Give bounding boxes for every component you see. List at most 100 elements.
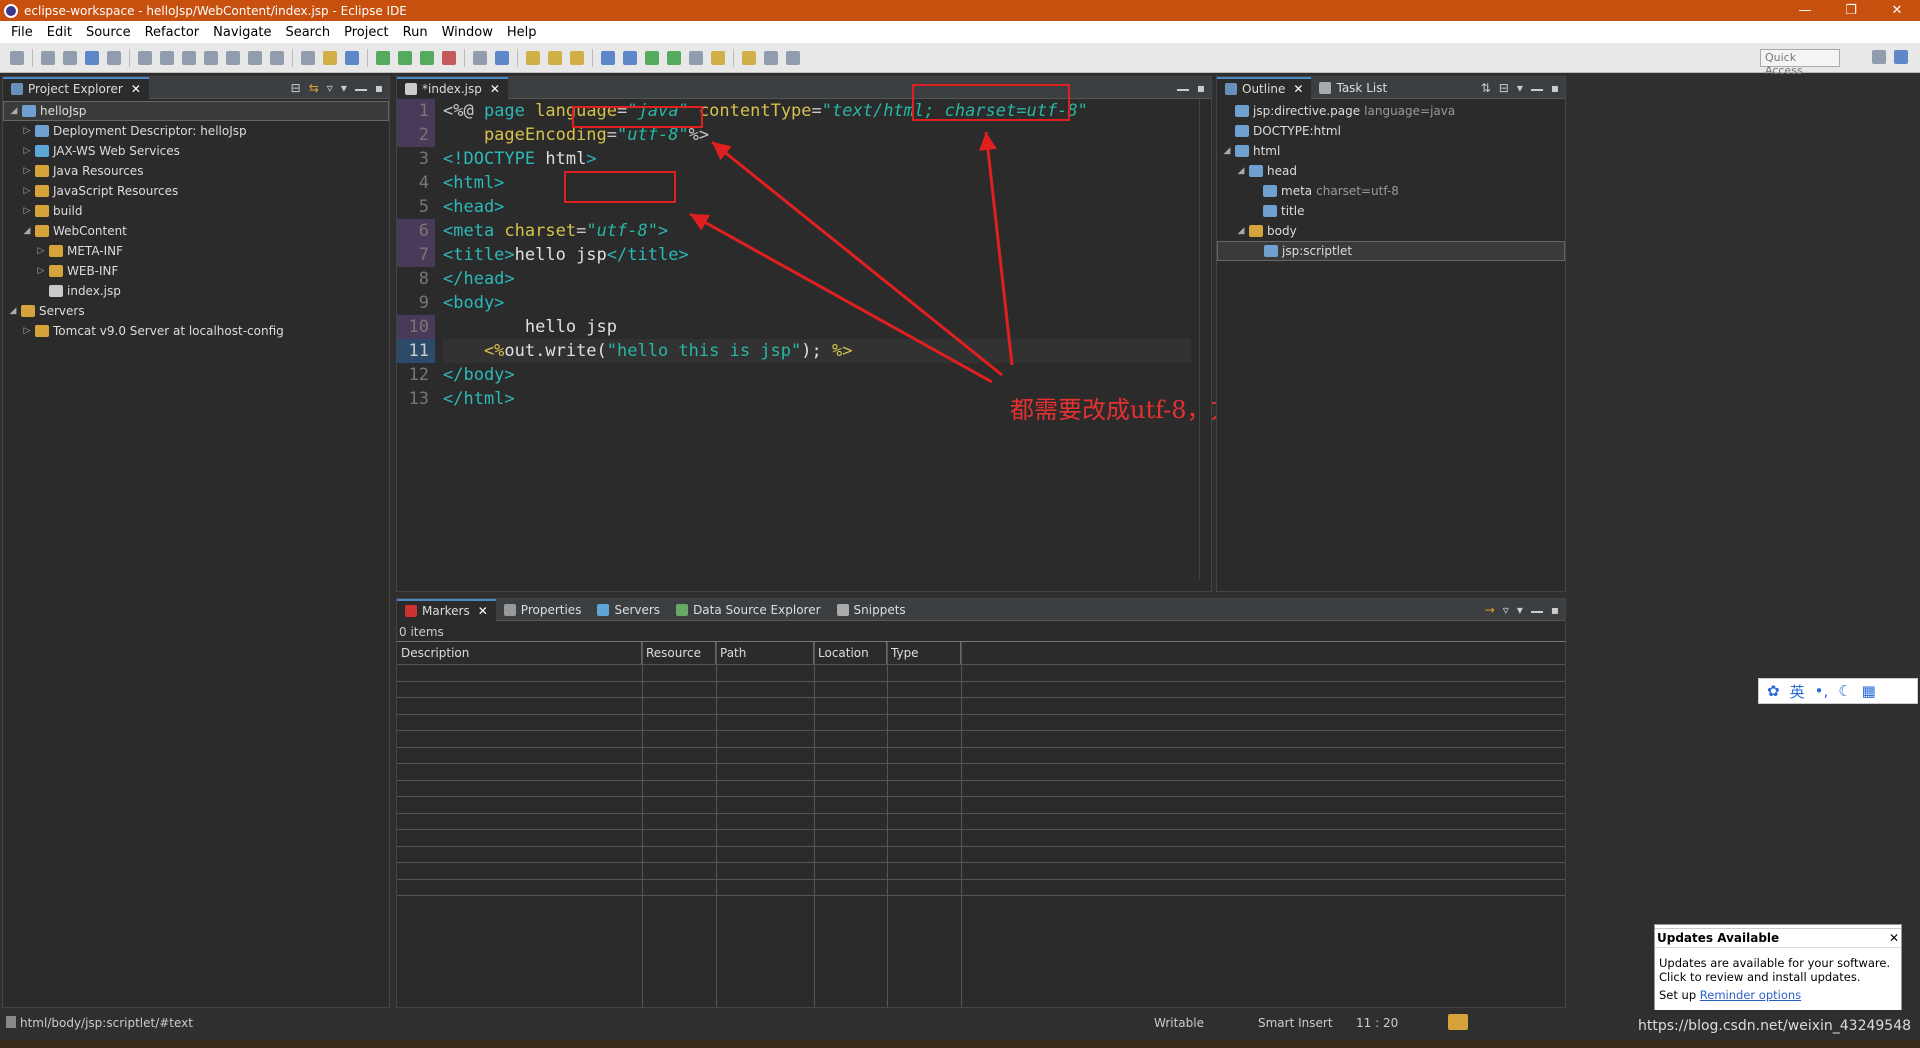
table-row <box>397 713 1565 715</box>
minimize-icon[interactable] <box>1530 81 1543 91</box>
table-row <box>397 878 1565 880</box>
markers-view-toolbar: → ▿ ▾ ▪ <box>1485 603 1559 617</box>
column-header-path[interactable]: Path <box>716 642 814 664</box>
tab-servers[interactable]: Servers <box>589 599 668 621</box>
status-cursor-position: 11 : 20 <box>1356 1016 1399 1030</box>
outline-icon <box>1225 82 1237 95</box>
close-icon[interactable]: ✕ <box>478 604 488 618</box>
outline-item[interactable]: title <box>1217 201 1565 221</box>
moon-icon[interactable]: ☾ <box>1838 682 1851 700</box>
arrow-line <box>711 140 1003 377</box>
table-row <box>397 746 1565 748</box>
table-row <box>397 680 1565 682</box>
outline-item-label: DOCTYPE:html <box>1253 124 1341 138</box>
element-icon <box>1263 205 1277 217</box>
paw-icon[interactable]: ✿ <box>1767 682 1780 700</box>
outline-item-label: body <box>1267 224 1297 238</box>
outline-pane: Outline ✕ Task List ⇅ ⊟ ▾ ▪ jsp:directiv… <box>1216 76 1566 592</box>
status-bar: html/body/jsp:scriptlet/#text Writable S… <box>0 1010 1920 1038</box>
column-divider <box>814 642 815 1007</box>
table-row <box>397 796 1565 797</box>
tab-task-list[interactable]: Task List <box>1311 77 1395 99</box>
outline-item[interactable]: DOCTYPE:html <box>1217 121 1565 141</box>
task-list-tab-label: Task List <box>1336 80 1388 95</box>
punctuation-icon[interactable]: •, <box>1815 682 1829 700</box>
outline-tree: jsp:directive.page language=java DOCTYPE:h… <box>1217 99 1565 261</box>
element-icon <box>1263 185 1277 197</box>
column-header-description[interactable]: Description <box>397 642 642 664</box>
bottom-tabbar: Markers ✕ Properties Servers Data Source… <box>397 598 1565 621</box>
snippets-icon <box>836 603 849 616</box>
status-path-icon <box>6 1016 16 1028</box>
outline-item[interactable]: ◢ html <box>1217 141 1565 161</box>
status-writable: Writable <box>1154 1016 1204 1030</box>
expanded-twistie-icon[interactable]: ◢ <box>1235 226 1247 236</box>
watermark: https://blog.csdn.net/weixin_43249548 <box>1638 1018 1912 1034</box>
column-header-resource[interactable]: Resource <box>642 642 716 664</box>
popup-title: Updates Available <box>1657 931 1780 945</box>
collapse-all-icon[interactable]: ⊟ <box>1499 81 1509 95</box>
status-progress-icon[interactable] <box>1448 1014 1468 1030</box>
table-row <box>397 779 1565 781</box>
outline-item[interactable]: ◢ body <box>1217 221 1565 241</box>
servers-tab-label: Servers <box>614 602 661 617</box>
tab-markers[interactable]: Markers ✕ <box>397 598 496 621</box>
view-menu-icon[interactable]: ▾ <box>1517 81 1523 95</box>
element-icon <box>1264 245 1278 257</box>
items-count: 0 items <box>399 625 444 639</box>
outline-item[interactable]: jsp:scriptlet <box>1217 241 1565 261</box>
arrow-right-icon[interactable]: → <box>1485 603 1495 617</box>
outline-item-label: jsp:scriptlet <box>1282 244 1353 258</box>
markers-icon <box>405 604 417 617</box>
outline-item-label: meta <box>1281 184 1313 198</box>
column-header-location[interactable]: Location <box>814 642 887 664</box>
properties-icon <box>503 603 516 616</box>
table-row <box>397 862 1565 863</box>
reminder-options-link[interactable]: Reminder options <box>1700 988 1801 1002</box>
outline-item[interactable]: meta charset=utf-8 <box>1217 181 1565 201</box>
tab-snippets[interactable]: Snippets <box>829 599 914 621</box>
table-row <box>397 812 1565 814</box>
arrow-line <box>979 131 1014 366</box>
arrow-line <box>689 212 993 384</box>
taskbar-strip <box>0 1040 1920 1048</box>
filter-icon[interactable]: ▿ <box>1503 603 1509 617</box>
expanded-twistie-icon[interactable]: ◢ <box>1221 146 1233 156</box>
close-icon[interactable]: ✕ <box>1889 931 1899 945</box>
column-divider <box>716 642 717 1007</box>
status-insert-mode: Smart Insert <box>1258 1016 1333 1030</box>
column-divider <box>642 642 643 1007</box>
column-header-type[interactable]: Type <box>887 642 961 664</box>
element-icon <box>1235 145 1249 157</box>
minimize-icon[interactable] <box>1530 603 1543 613</box>
outline-tabbar: Outline ✕ Task List ⇅ ⊟ ▾ ▪ <box>1217 76 1565 99</box>
outline-item-label: title <box>1281 204 1305 218</box>
expanded-twistie-icon[interactable]: ◢ <box>1235 166 1247 176</box>
grid-icon[interactable]: ▦ <box>1862 682 1876 700</box>
maximize-icon[interactable]: ▪ <box>1551 81 1559 95</box>
ime-toolbar[interactable]: ✿ 英 •, ☾ ▦ <box>1758 678 1918 704</box>
table-row <box>397 664 1565 665</box>
outline-view-toolbar: ⇅ ⊟ ▾ ▪ <box>1481 81 1559 95</box>
element-icon <box>1235 125 1249 137</box>
updates-popup[interactable]: Updates Available ✕ Updates are availabl… <box>1654 924 1902 1018</box>
maximize-icon[interactable]: ▪ <box>1551 603 1559 617</box>
tab-properties[interactable]: Properties <box>496 599 590 621</box>
snippets-tab-label: Snippets <box>853 602 906 617</box>
outline-item[interactable]: jsp:directive.page language=java <box>1217 101 1565 121</box>
markers-tab-label: Markers <box>422 603 470 618</box>
tab-outline[interactable]: Outline ✕ <box>1217 76 1312 99</box>
tab-data-source-explorer[interactable]: Data Source Explorer <box>668 599 828 621</box>
popup-body-line-2: Click to review and install updates. <box>1659 970 1861 984</box>
close-icon[interactable]: ✕ <box>1293 82 1303 96</box>
column-divider <box>961 642 962 1007</box>
sort-icon[interactable]: ⇅ <box>1481 81 1491 95</box>
ime-language-label[interactable]: 英 <box>1790 681 1805 702</box>
table-row <box>397 845 1565 847</box>
element-icon <box>1249 165 1263 177</box>
view-menu-icon[interactable]: ▾ <box>1517 603 1523 617</box>
outline-tab-label: Outline <box>1242 81 1286 96</box>
servers-icon <box>597 603 610 616</box>
outline-item[interactable]: ◢ head <box>1217 161 1565 181</box>
element-icon <box>1249 225 1263 237</box>
